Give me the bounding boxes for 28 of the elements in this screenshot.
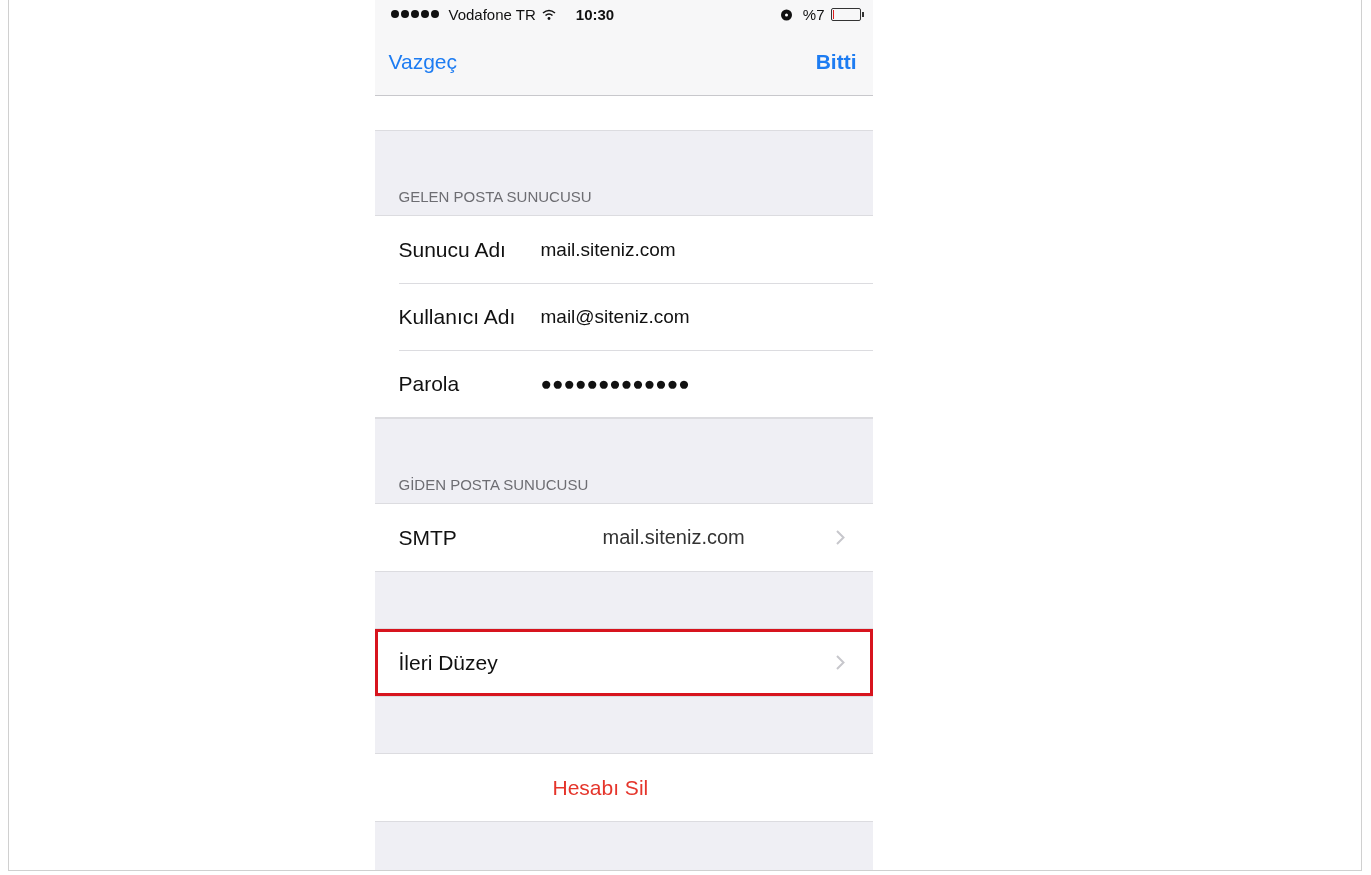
section-header: GELEN POSTA SUNUCUSU: [398, 188, 592, 205]
alarm-icon: [779, 7, 793, 21]
chevron-icon: [835, 530, 845, 545]
settings-row[interactable]: Parola ●●●●●●●●●●●●●: [374, 350, 873, 417]
row-label: Sunucu Adı: [398, 237, 507, 262]
row-value: mail.siteniz.com: [540, 238, 676, 261]
settings-row[interactable]: Hesabı Sil: [374, 754, 873, 821]
carrier-name: Vodafone TR: [448, 5, 536, 23]
settings-row[interactable]: Kullanıcı Adı mail@siteniz.com: [374, 283, 873, 350]
wifi-icon: [541, 8, 556, 20]
row-label: SMTP: [398, 525, 458, 550]
row-label: Parola: [398, 371, 461, 396]
chevron-icon: [835, 655, 845, 670]
settings-row[interactable]: SMTP mail.siteniz.com: [374, 504, 873, 571]
row-value: ●●●●●●●●●●●●●: [540, 372, 690, 395]
settings-row[interactable]: Sunucu Adı mail.siteniz.com: [374, 216, 873, 283]
row-value: mail.siteniz.com: [602, 526, 745, 549]
battery-icon: [830, 7, 861, 21]
row-label: Kullanıcı Adı: [398, 304, 517, 329]
cancel-button[interactable]: Vazgeç: [388, 49, 457, 74]
section-header: GİDEN POSTA SUNUCUSU: [398, 476, 589, 493]
row-label: İleri Düzey: [398, 650, 499, 675]
done-button[interactable]: Bitti: [815, 49, 857, 74]
settings-row[interactable]: İleri Düzey: [374, 629, 873, 696]
row-label: Hesabı Sil: [552, 775, 650, 800]
battery-percent: %7: [802, 5, 825, 23]
status-time: 10:30: [575, 5, 615, 23]
row-value: mail@siteniz.com: [540, 305, 690, 328]
